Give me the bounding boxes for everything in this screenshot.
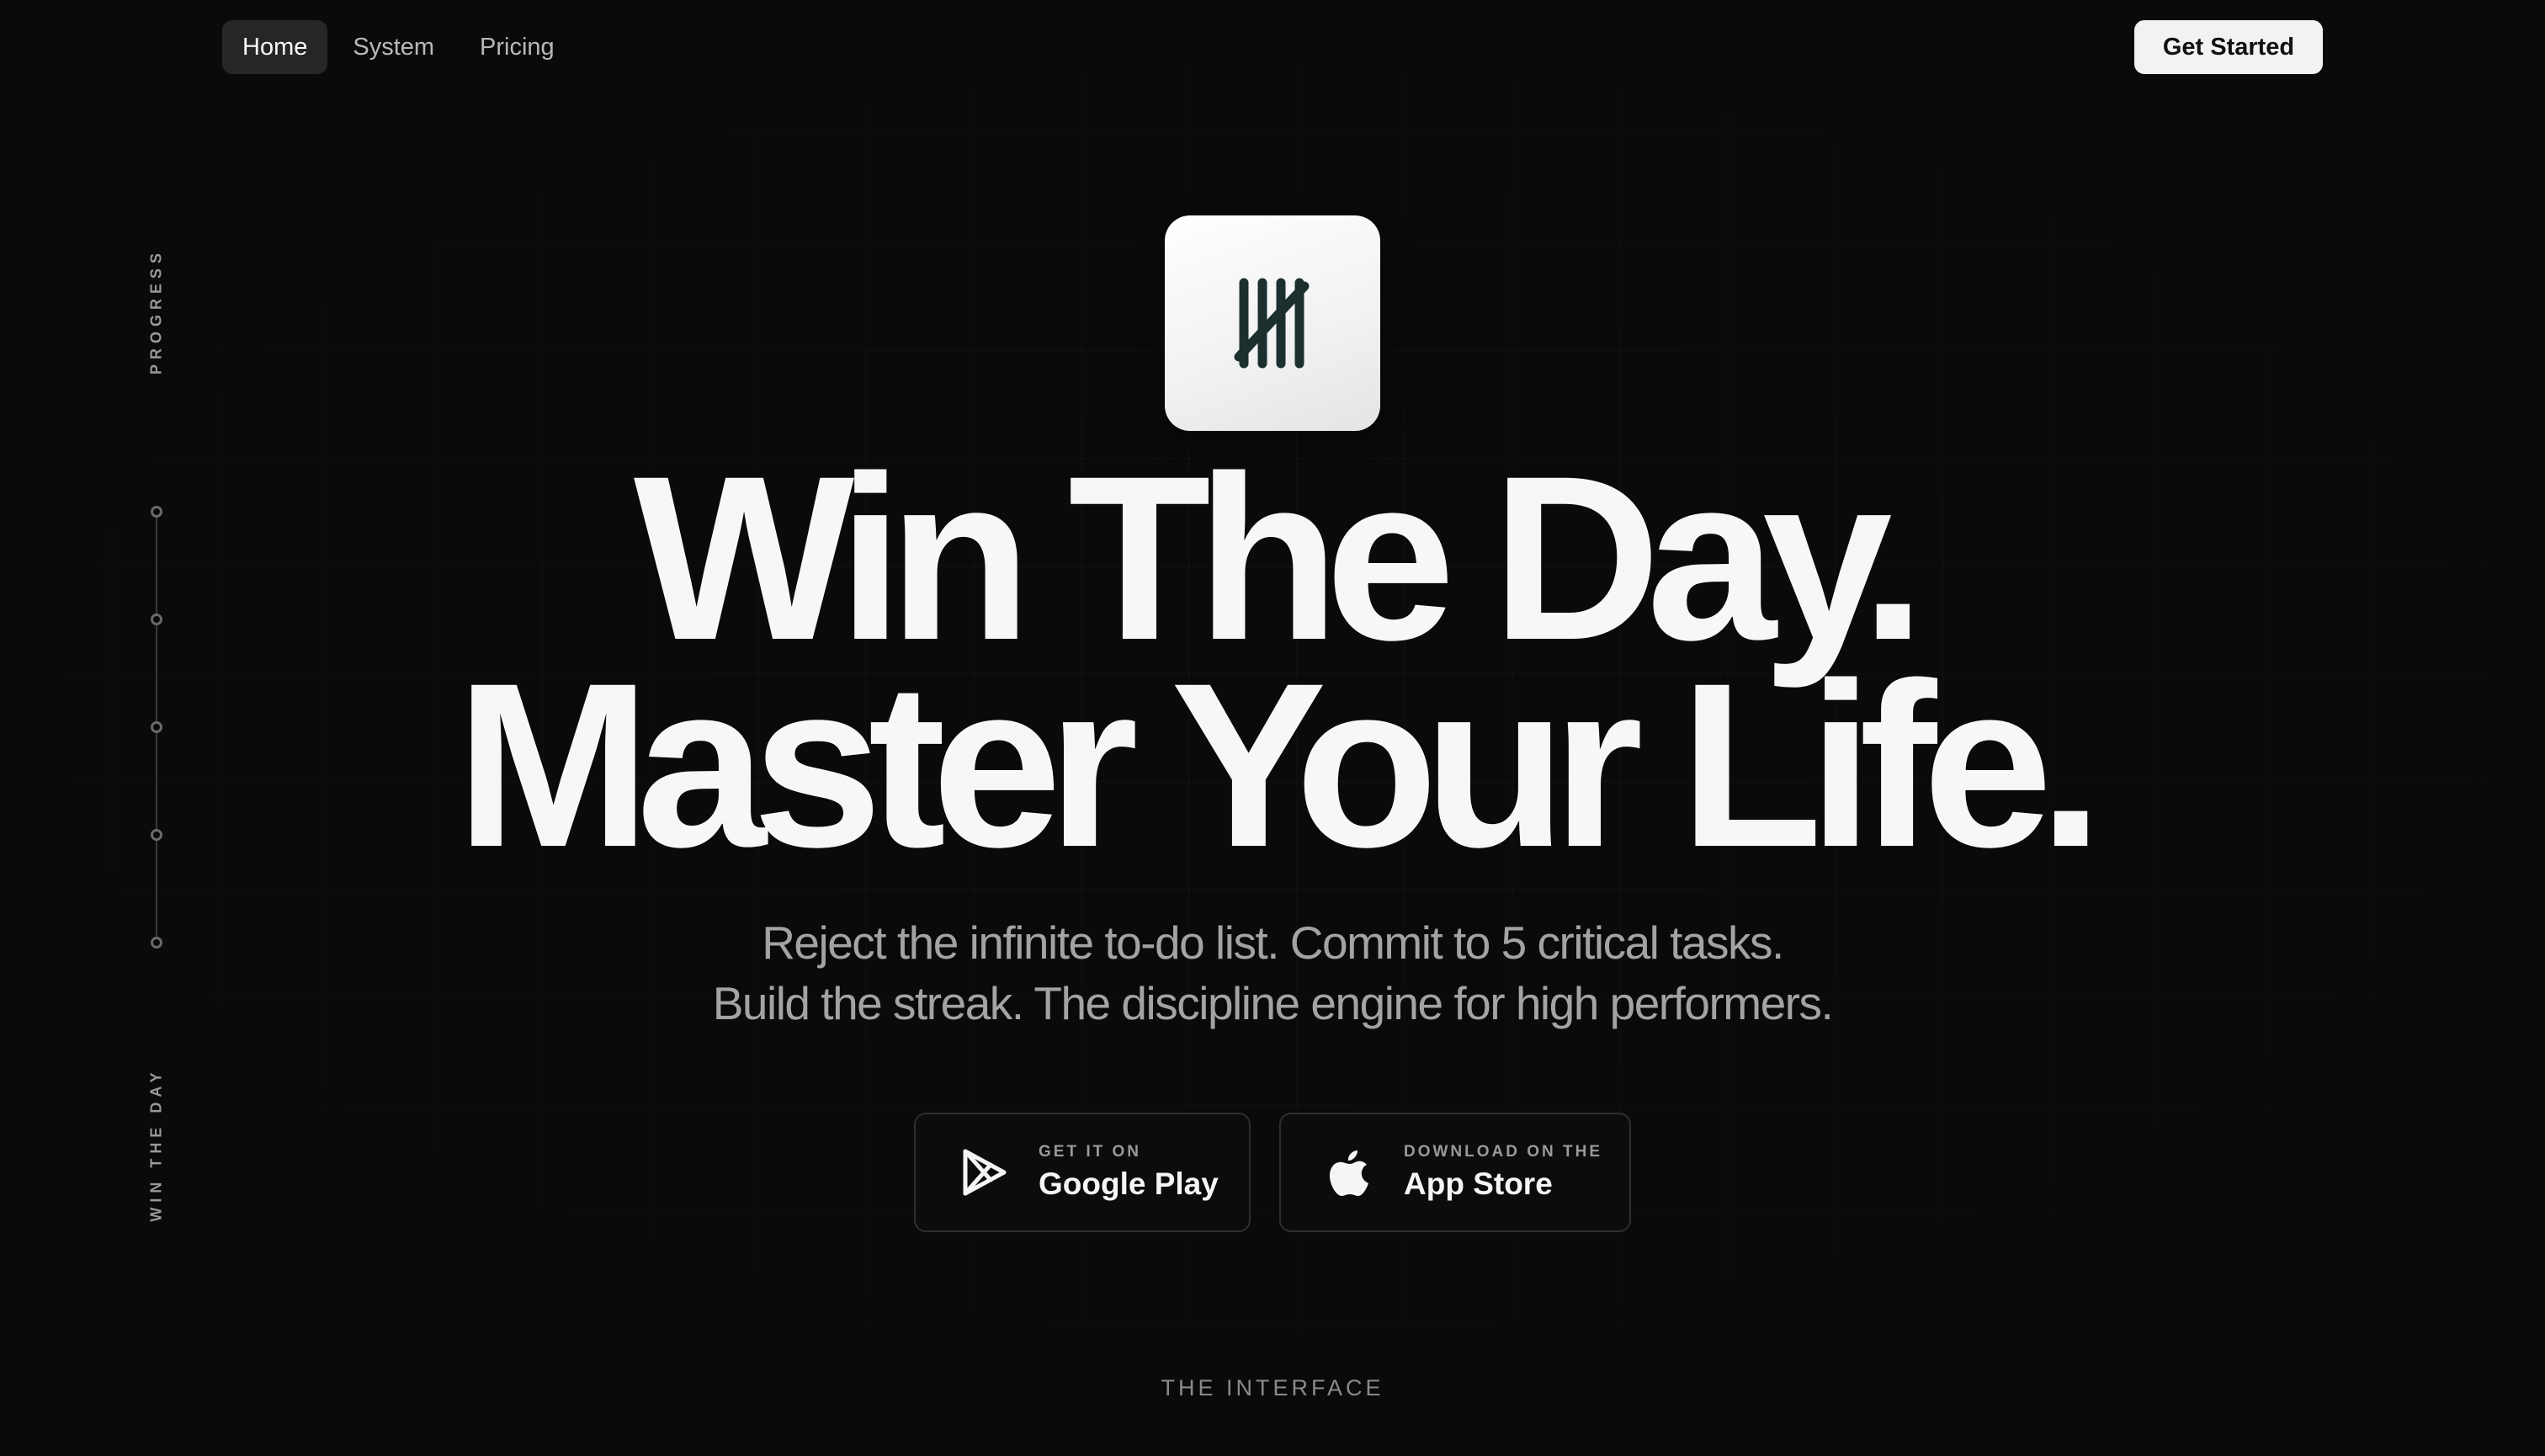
tally-marks-icon — [1234, 278, 1310, 369]
rail-progress-label: PROGRESS — [147, 247, 165, 375]
google-play-text: GET IT ON Google Play — [1039, 1143, 1219, 1202]
google-play-label: Google Play — [1039, 1166, 1219, 1201]
hero-subtitle: Reject the infinite to-do list. Commit t… — [0, 912, 2545, 1034]
nav-home[interactable]: Home — [222, 20, 328, 74]
hero-headline: Win The Day. Master Your Life. — [0, 427, 2545, 895]
nav-system[interactable]: System — [332, 20, 454, 74]
app-store-caption: DOWNLOAD ON THE — [1404, 1143, 1603, 1161]
nav-pricing[interactable]: Pricing — [460, 20, 575, 74]
app-store-button[interactable]: DOWNLOAD ON THE App Store — [1279, 1113, 1631, 1232]
subtitle-line-2: Build the streak. The discipline engine … — [712, 977, 1834, 1029]
headline-line-1: Win The Day. — [633, 427, 1926, 688]
landing-page: Home System Pricing Get Started PROGRESS… — [0, 0, 2545, 1456]
app-logo — [1165, 215, 1380, 431]
headline-line-2: Master Your Life. — [455, 634, 2104, 895]
top-nav: Home System Pricing — [222, 20, 575, 74]
get-started-button[interactable]: Get Started — [2134, 20, 2323, 74]
app-store-text: DOWNLOAD ON THE App Store — [1404, 1143, 1602, 1202]
google-play-caption: GET IT ON — [1039, 1143, 1141, 1161]
rail-win-the-day-label: WIN THE DAY — [147, 1067, 165, 1222]
app-store-label: App Store — [1404, 1166, 1553, 1201]
apple-icon — [1325, 1147, 1375, 1198]
google-play-icon — [959, 1147, 1010, 1198]
section-label-interface: THE INTERFACE — [1161, 1375, 1384, 1400]
google-play-button[interactable]: GET IT ON Google Play — [914, 1113, 1251, 1232]
subtitle-line-1: Reject the infinite to-do list. Commit t… — [762, 917, 1784, 969]
